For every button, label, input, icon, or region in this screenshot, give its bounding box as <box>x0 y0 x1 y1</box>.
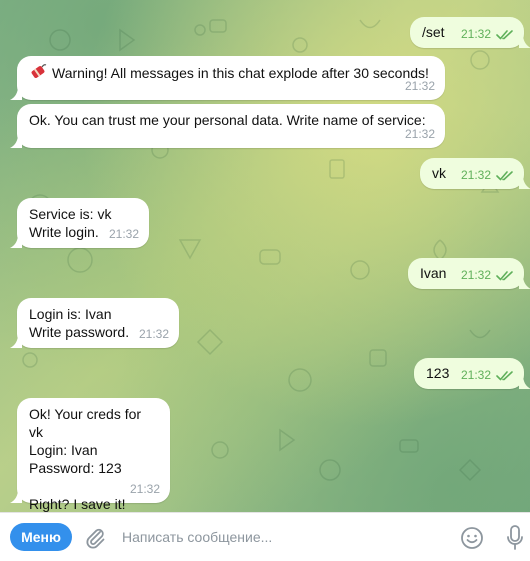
double-check-icon <box>496 270 513 280</box>
message-text: Ok. You can trust me your personal data.… <box>29 112 426 128</box>
message-text: 123 <box>426 365 450 381</box>
bubble-tail <box>519 375 530 389</box>
emoji-icon[interactable] <box>460 526 484 550</box>
message-time: 21:32 <box>138 327 169 341</box>
outgoing-message-bubble[interactable]: Ivan 21:32 <box>408 258 530 289</box>
message-time: 21:32 <box>460 268 491 282</box>
composer-bar: Меню <box>0 512 530 561</box>
incoming-message-bubble[interactable]: Ok! Your creds for vk Login: Ivan Passwo… <box>10 398 170 512</box>
message-meta: 21:32 <box>130 480 160 498</box>
dynamite-icon <box>31 64 47 78</box>
bubble-tail <box>10 134 22 148</box>
double-check-icon <box>496 170 513 180</box>
message-text: Login is: Ivan Write password. <box>29 306 130 340</box>
message-meta: 21:32 <box>461 266 514 284</box>
telegram-chat-window: /set 21:32 Warning! All messages in this c… <box>0 0 530 561</box>
message-meta: 21:32 <box>461 25 514 43</box>
incoming-message-bubble[interactable]: Service is: vk Write login. 21:32 <box>10 198 149 248</box>
menu-button[interactable]: Меню <box>10 523 72 551</box>
microphone-icon[interactable] <box>505 524 525 552</box>
message-meta: 21:32 <box>139 325 169 343</box>
outgoing-message-bubble[interactable]: /set 21:32 <box>410 17 530 48</box>
incoming-message-bubble[interactable]: Login is: Ivan Write password. 21:32 <box>10 298 179 348</box>
bubble-tail <box>10 234 22 248</box>
message-meta: 21:32 <box>109 225 139 243</box>
bubble-tail <box>10 489 22 503</box>
message-text: vk <box>432 165 446 181</box>
message-time: 21:32 <box>460 368 491 382</box>
outgoing-message-bubble[interactable]: vk 21:32 <box>420 158 530 189</box>
message-meta: 21:32 <box>461 366 514 384</box>
message-meta: 21:32 <box>405 125 435 143</box>
message-text: Warning! All messages in this chat explo… <box>52 65 429 81</box>
paperclip-icon[interactable] <box>84 526 106 550</box>
message-list[interactable]: /set 21:32 Warning! All messages in this c… <box>0 0 530 512</box>
bubble-tail <box>10 334 22 348</box>
double-check-icon <box>496 370 513 380</box>
message-time: 21:32 <box>460 168 491 182</box>
message-text: Ivan <box>420 265 447 281</box>
message-text: /set <box>422 24 445 40</box>
incoming-message-bubble[interactable]: Ok. You can trust me your personal data.… <box>10 104 445 148</box>
bubble-tail <box>519 275 530 289</box>
message-time: 21:32 <box>108 227 139 241</box>
message-time: 21:32 <box>404 79 435 93</box>
message-time: 21:32 <box>404 127 435 141</box>
bubble-tail <box>519 34 530 48</box>
message-time: 21:32 <box>129 482 160 496</box>
incoming-message-bubble[interactable]: Warning! All messages in this chat explo… <box>10 56 445 100</box>
bubble-tail <box>10 86 22 100</box>
message-meta: 21:32 <box>461 166 514 184</box>
message-text: Ok! Your creds for vk Login: Ivan Passwo… <box>29 406 142 512</box>
double-check-icon <box>496 29 513 39</box>
message-input[interactable] <box>122 525 442 549</box>
message-meta: 21:32 <box>405 77 435 95</box>
outgoing-message-bubble[interactable]: 123 21:32 <box>414 358 530 389</box>
bubble-tail <box>519 175 530 189</box>
message-time: 21:32 <box>460 27 491 41</box>
message-text: Service is: vk Write login. <box>29 206 112 240</box>
